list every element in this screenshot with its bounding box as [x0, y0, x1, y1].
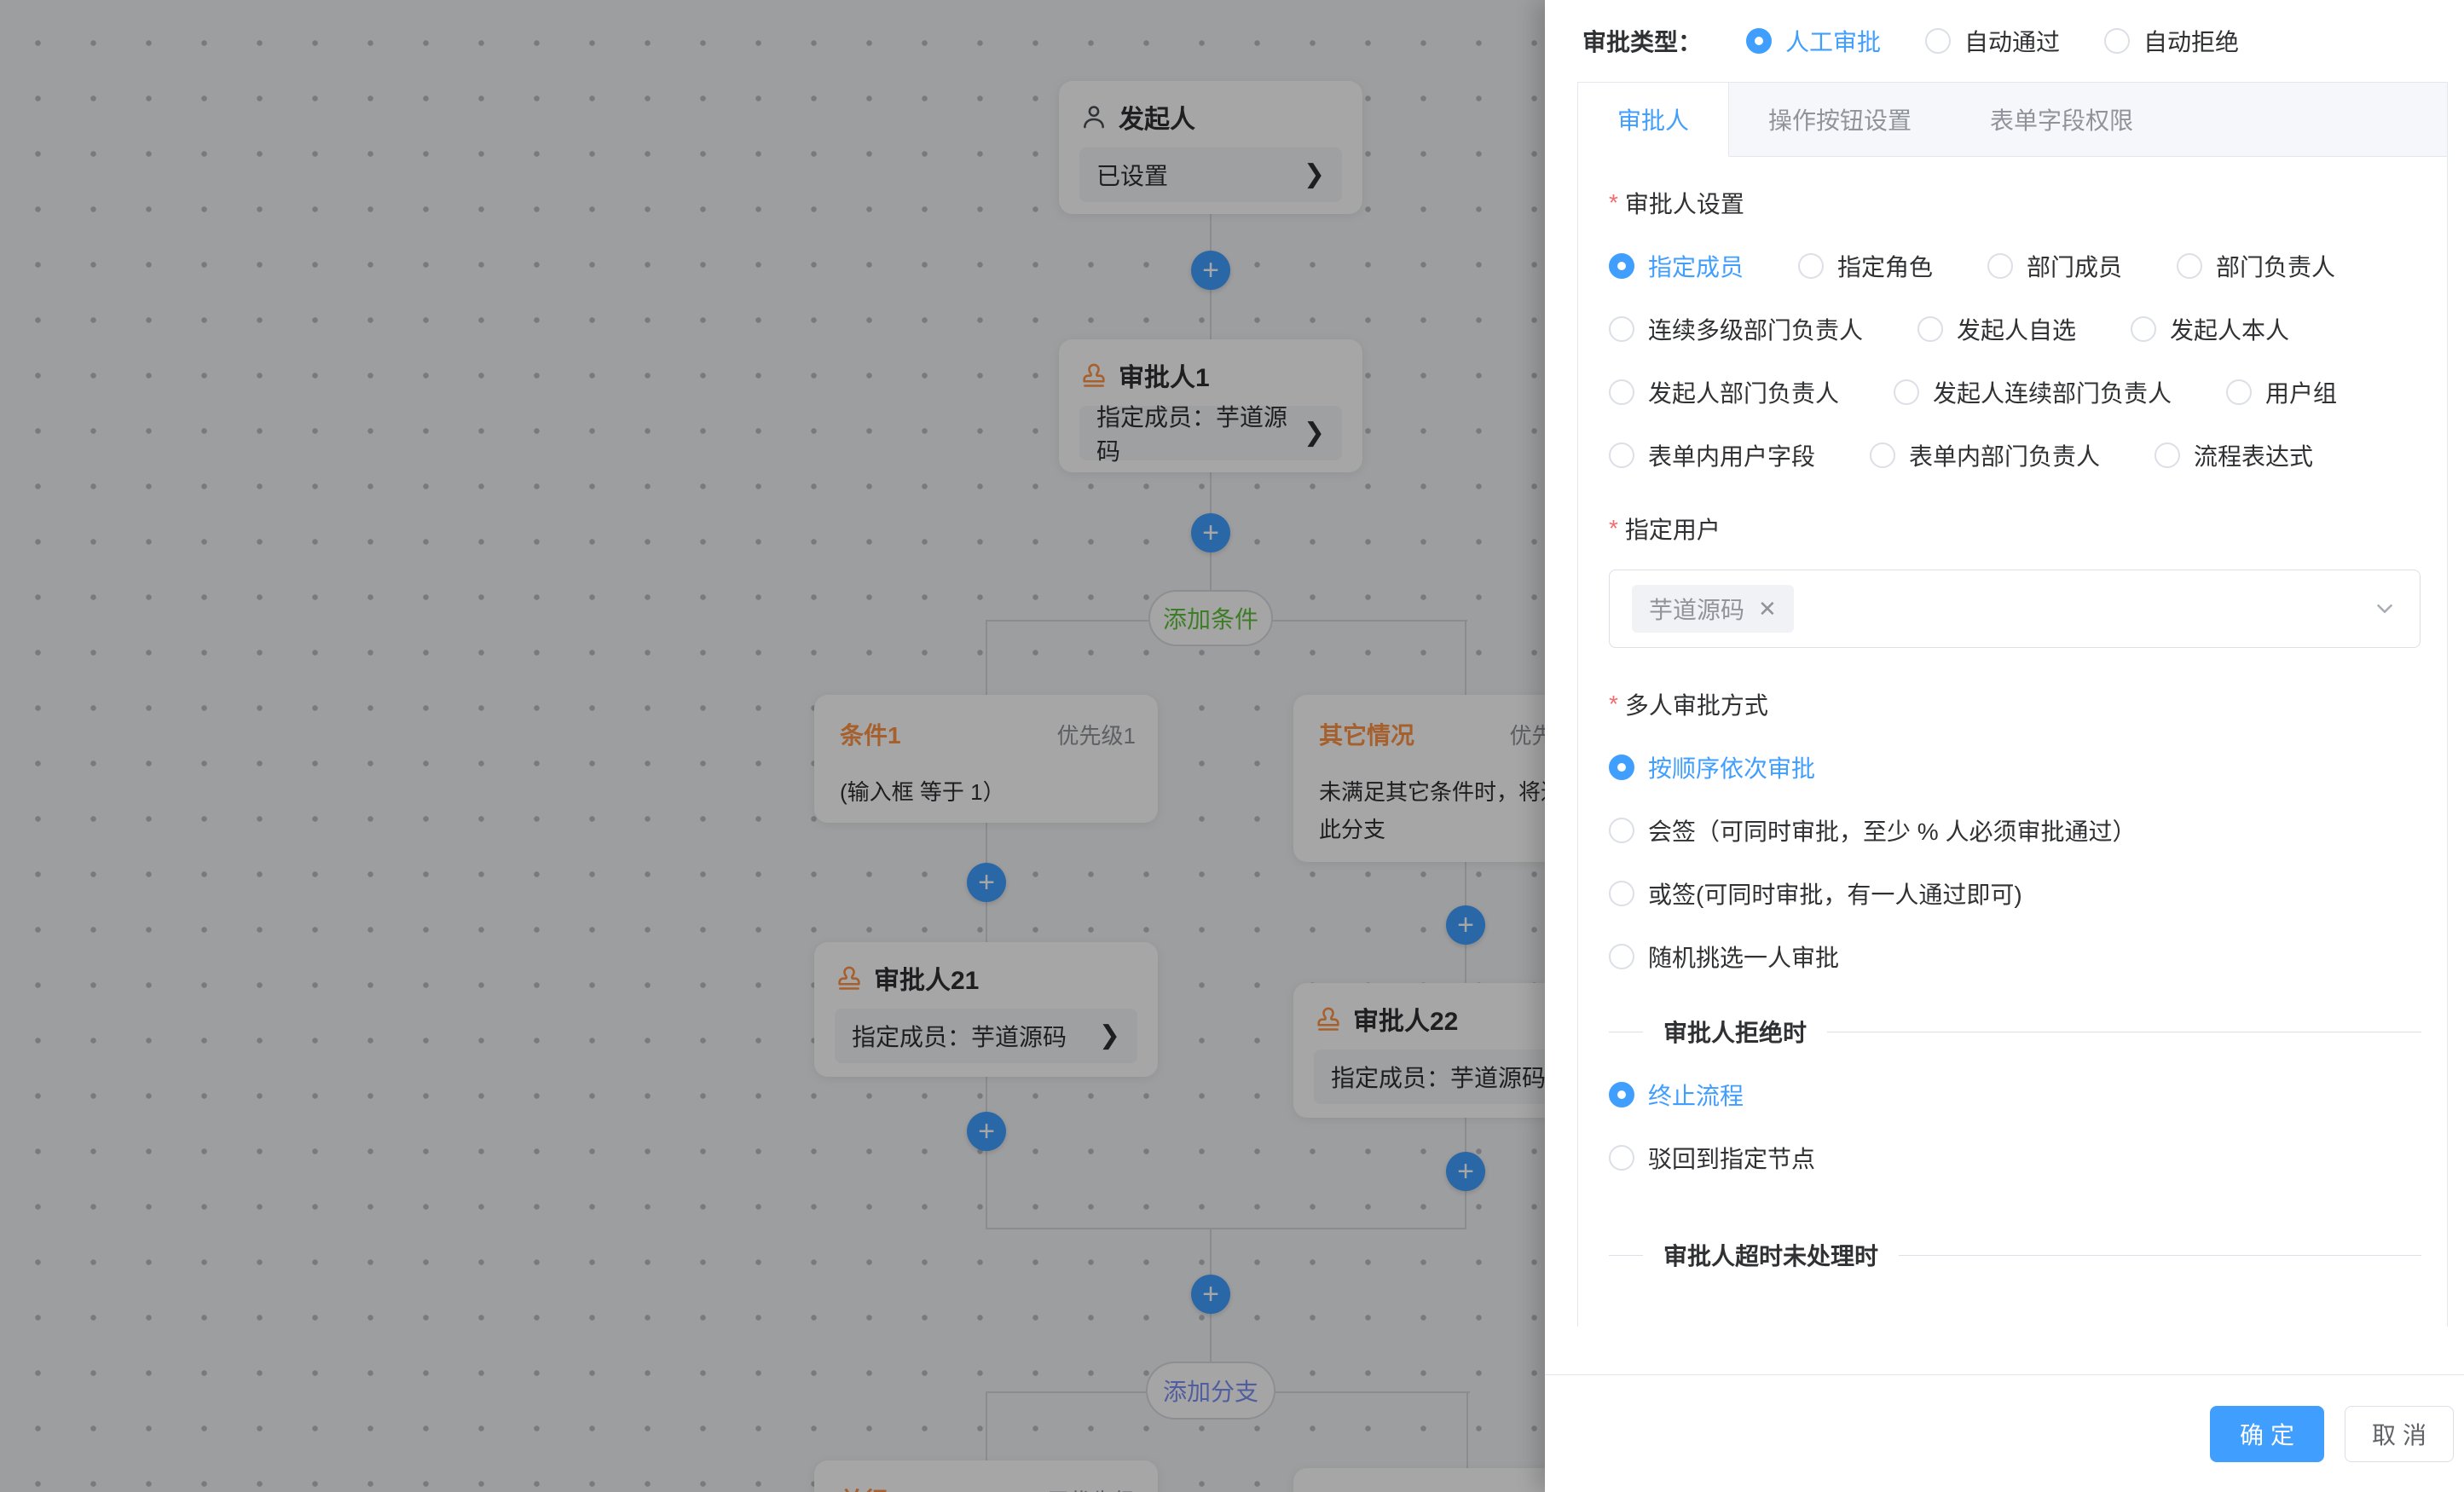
radio-circle-icon: [1894, 379, 1919, 405]
radio-circle-icon: [1609, 881, 1634, 906]
approve-type-label: 审批类型：: [1582, 24, 1702, 58]
tab-action-buttons[interactable]: 操作按钮设置: [1729, 83, 1951, 157]
radio-circle-icon: [2131, 316, 2156, 342]
timeout-section-title: 审批人超时未处理时: [1663, 1238, 1878, 1272]
radio-form-dept-leader[interactable]: 表单内部门负责人: [1870, 438, 2100, 472]
panel-footer: 确定 取消: [1545, 1374, 2464, 1492]
radio-dept-leader[interactable]: 部门负责人: [2177, 249, 2335, 283]
radio-circle-icon: [2226, 379, 2252, 405]
radio-form-user-field[interactable]: 表单内用户字段: [1609, 438, 1815, 472]
radio-initiator-consecutive-dept-leader[interactable]: 发起人连续部门负责人: [1894, 375, 2172, 409]
radio-circle-icon: [1609, 316, 1634, 342]
radio-manual-approve[interactable]: 人工审批: [1746, 24, 1881, 58]
multi-approve-option: 按顺序依次审批: [1609, 750, 2425, 784]
radio-circle-icon: [1798, 253, 1824, 279]
approver-tab-content: 审批人设置 指定成员 指定角色 部门成员 部门负责人 连续多级部门负责: [1577, 157, 2448, 1327]
approver-setting-label: 审批人设置: [1609, 186, 2425, 220]
radio-initiator-dept-leader[interactable]: 发起人部门负责人: [1609, 375, 1839, 409]
radio-circle-icon: [1746, 28, 1772, 54]
radio-circle-icon: [1917, 316, 1943, 342]
reject-section-title: 审批人拒绝时: [1663, 1015, 1807, 1049]
assign-user-select[interactable]: 芋道源码 ✕: [1609, 570, 2421, 648]
radio-circle-icon: [1609, 944, 1634, 969]
radio-circle-icon: [2177, 253, 2202, 279]
confirm-button[interactable]: 确定: [2210, 1406, 2324, 1462]
radio-auto-reject[interactable]: 自动拒绝: [2104, 24, 2239, 58]
settings-tabs: 审批人 操作按钮设置 表单字段权限: [1577, 82, 2448, 157]
radio-user-group[interactable]: 用户组: [2226, 375, 2337, 409]
radio-countersign[interactable]: 会签（可同时审批，至少 % 人必须审批通过）: [1609, 813, 2136, 847]
radio-circle-icon: [2104, 28, 2130, 54]
tabs-filler: [2172, 83, 2447, 157]
cancel-button[interactable]: 取消: [2345, 1406, 2454, 1462]
radio-circle-icon: [1609, 253, 1634, 279]
radio-or-sign[interactable]: 或签(可同时审批，有一人通过即可): [1609, 876, 2022, 911]
tab-form-field-permission[interactable]: 表单字段权限: [1951, 83, 2172, 157]
modal-mask: [0, 0, 1545, 1492]
enable-switch-label: 启用开关: [1609, 1321, 2425, 1327]
tab-approver[interactable]: 审批人: [1578, 83, 1729, 157]
approver-setting-row3: 发起人部门负责人 发起人连续部门负责人 用户组: [1609, 375, 2425, 409]
multi-approve-option: 随机挑选一人审批: [1609, 940, 2425, 974]
radio-auto-pass[interactable]: 自动通过: [1925, 24, 2060, 58]
radio-assigned-role[interactable]: 指定角色: [1798, 249, 1933, 283]
radio-return-to-node[interactable]: 驳回到指定节点: [1609, 1141, 1815, 1175]
radio-sequential-approve[interactable]: 按顺序依次审批: [1609, 750, 1815, 784]
multi-approve-option: 会签（可同时审批，至少 % 人必须审批通过）: [1609, 813, 2425, 847]
radio-multi-level-dept-leader[interactable]: 连续多级部门负责人: [1609, 312, 1863, 346]
radio-circle-icon: [1609, 818, 1634, 843]
reject-option: 驳回到指定节点: [1609, 1141, 2425, 1175]
radio-initiator-self[interactable]: 发起人本人: [2131, 312, 2289, 346]
radio-process-expression[interactable]: 流程表达式: [2155, 438, 2313, 472]
radio-terminate-process[interactable]: 终止流程: [1609, 1078, 1744, 1112]
radio-circle-icon: [1609, 755, 1634, 780]
reject-option: 终止流程: [1609, 1078, 2425, 1112]
radio-assigned-member[interactable]: 指定成员: [1609, 249, 1744, 283]
radio-circle-icon: [1925, 28, 1951, 54]
assign-user-label: 指定用户: [1609, 512, 2425, 546]
radio-circle-icon: [1609, 1082, 1634, 1107]
reject-section-divider: 审批人拒绝时: [1609, 1015, 2421, 1049]
user-tag: 芋道源码 ✕: [1632, 585, 1794, 633]
timeout-section-divider: 审批人超时未处理时: [1609, 1238, 2421, 1272]
radio-circle-icon: [1609, 379, 1634, 405]
radio-initiator-select[interactable]: 发起人自选: [1917, 312, 2076, 346]
radio-circle-icon: [1609, 1145, 1634, 1171]
approver-setting-row2: 连续多级部门负责人 发起人自选 发起人本人: [1609, 312, 2425, 346]
approver-setting-row4: 表单内用户字段 表单内部门负责人 流程表达式: [1609, 438, 2425, 472]
radio-random-one[interactable]: 随机挑选一人审批: [1609, 940, 1839, 974]
multi-approve-label: 多人审批方式: [1609, 687, 2425, 721]
radio-dept-member[interactable]: 部门成员: [1987, 249, 2122, 283]
approve-type-row: 审批类型： 人工审批 自动通过 自动拒绝: [1545, 0, 2464, 82]
chevron-down-icon: [2372, 596, 2397, 622]
radio-circle-icon: [1987, 253, 2013, 279]
radio-circle-icon: [1870, 442, 1895, 468]
approver-setting-row1: 指定成员 指定角色 部门成员 部门负责人: [1609, 249, 2425, 283]
tag-close-icon[interactable]: ✕: [1758, 598, 1777, 620]
radio-circle-icon: [2155, 442, 2180, 468]
radio-circle-icon: [1609, 442, 1634, 468]
approver-settings-panel: 审批类型： 人工审批 自动通过 自动拒绝 审批人 操作按钮设置 表单字段权限 审…: [1545, 0, 2464, 1492]
multi-approve-option: 或签(可同时审批，有一人通过即可): [1609, 876, 2425, 911]
